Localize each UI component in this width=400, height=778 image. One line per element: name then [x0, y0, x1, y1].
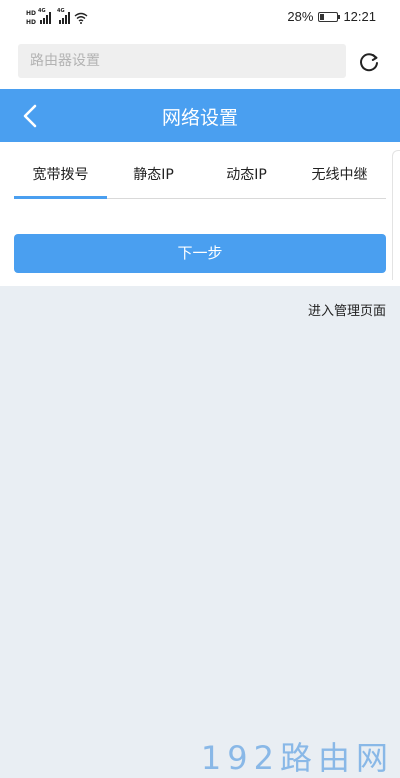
- settings-panel: 宽带拨号 静态IP 动态IP 无线中继 下一步: [0, 142, 400, 286]
- connection-type-tabs: 宽带拨号 静态IP 动态IP 无线中继: [14, 159, 386, 199]
- hd-badge: HD: [26, 18, 37, 26]
- page-title: 网络设置: [161, 107, 238, 129]
- next-button[interactable]: 下一步: [14, 234, 386, 273]
- tab-static-ip[interactable]: 静态IP: [107, 159, 200, 198]
- wifi-icon: [74, 12, 88, 24]
- clock: 12:21: [343, 9, 376, 24]
- battery-icon: [318, 11, 341, 22]
- network-type-label: 4G: [38, 8, 46, 14]
- tab-wireless-repeater[interactable]: 无线中继: [293, 159, 386, 198]
- tab-dynamic-ip[interactable]: 动态IP: [200, 159, 293, 198]
- signal-icon: 4G: [57, 8, 71, 24]
- hd-badge: HD: [26, 9, 37, 17]
- panel-edge: [392, 150, 400, 280]
- status-icons-left: HD HD 4G 4G: [26, 7, 88, 29]
- tab-pppoe[interactable]: 宽带拨号: [14, 159, 107, 199]
- app-header: 网络设置: [0, 89, 400, 142]
- search-row: [0, 36, 400, 89]
- refresh-icon[interactable]: [358, 51, 380, 73]
- signal-icon: 4G: [38, 8, 52, 24]
- network-type-label: 4G: [57, 8, 65, 14]
- hd-badges: HD HD: [26, 10, 36, 27]
- watermark: 192路由网: [200, 739, 394, 777]
- battery-percent: 28%: [287, 9, 314, 24]
- status-icons-right: 28% 12:21: [287, 9, 376, 24]
- search-input[interactable]: [18, 44, 346, 78]
- admin-page-link[interactable]: 进入管理页面: [308, 300, 386, 319]
- battery-fill: [320, 13, 325, 20]
- status-bar: HD HD 4G 4G 28% 12:21: [0, 0, 400, 36]
